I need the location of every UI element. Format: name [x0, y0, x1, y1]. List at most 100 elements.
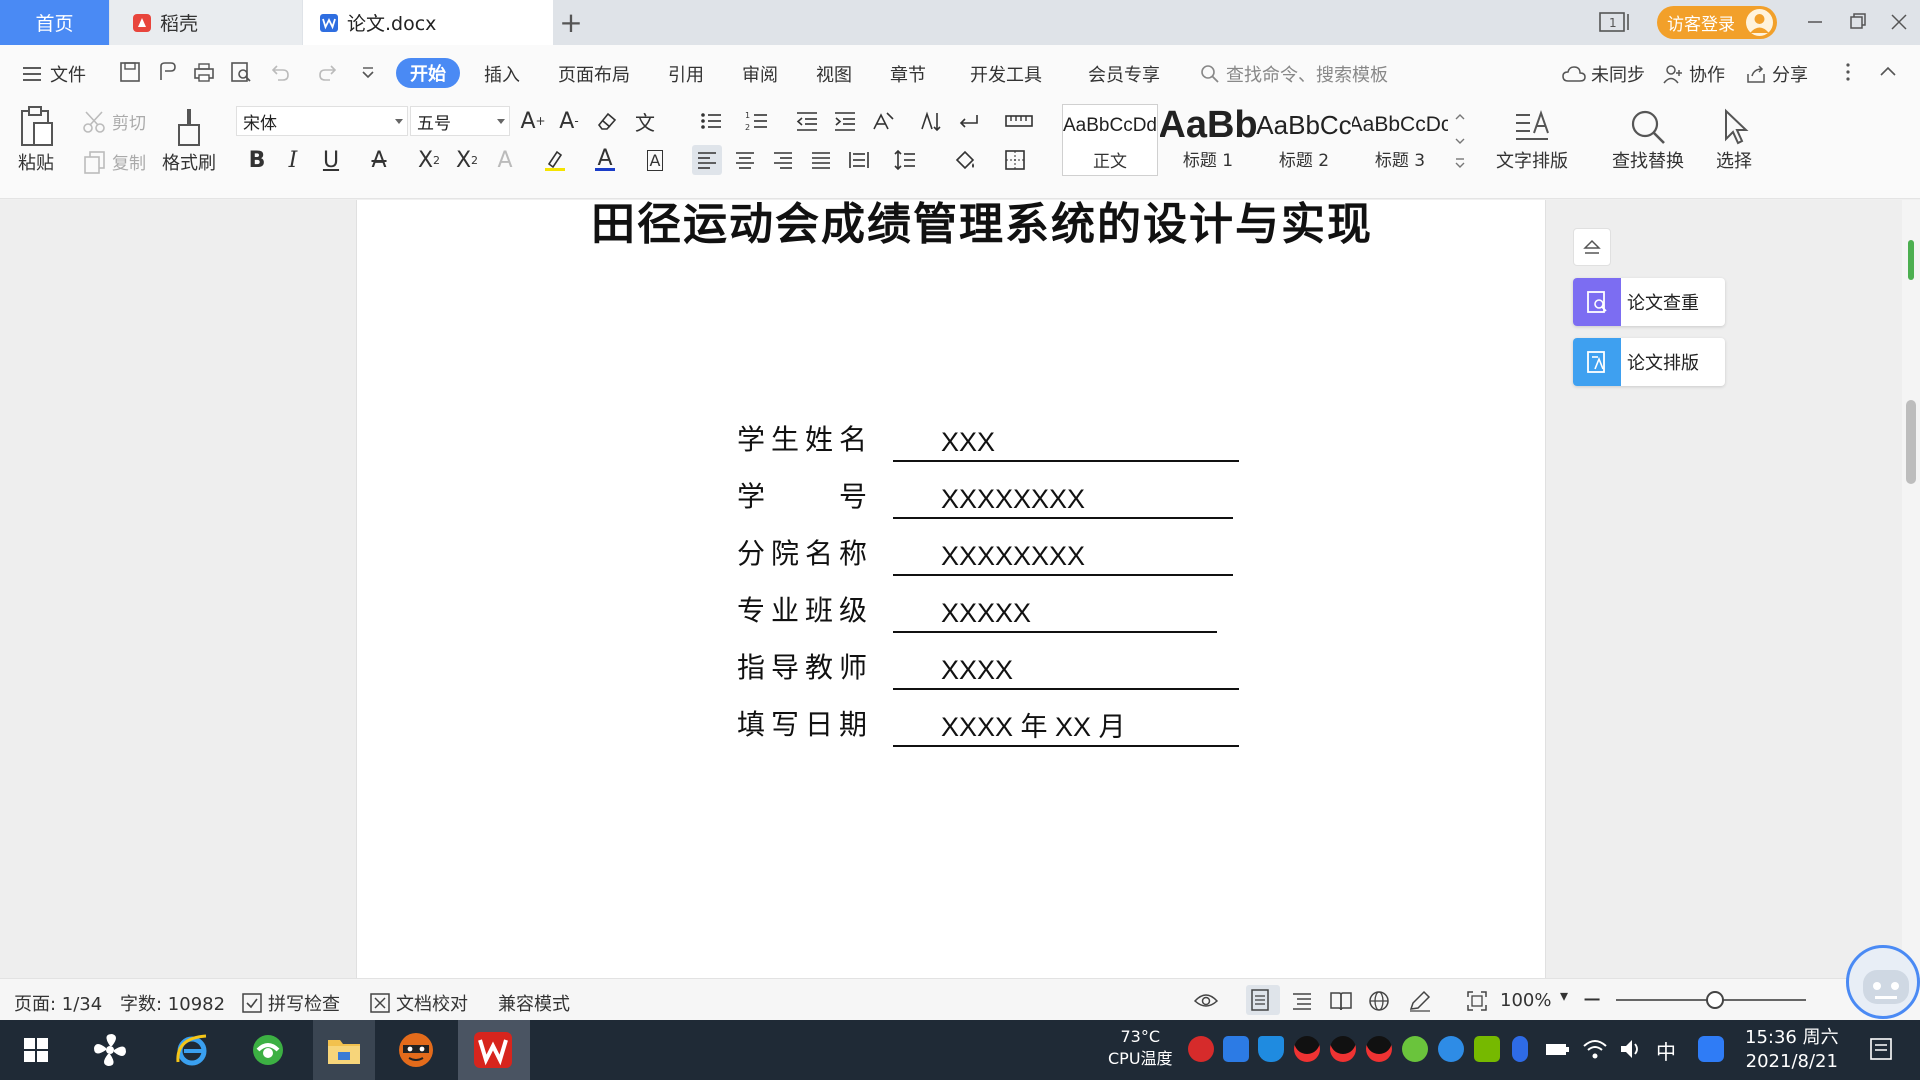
align-right-icon[interactable]: [768, 145, 798, 175]
char-border-icon[interactable]: A: [640, 145, 670, 175]
copy-button[interactable]: 复制: [82, 149, 146, 174]
windows-start-icon[interactable]: [14, 1028, 58, 1072]
tray-app-circle-icon[interactable]: [1438, 1036, 1464, 1062]
eye-protect-icon[interactable]: [1193, 989, 1219, 1011]
borders-icon[interactable]: [1000, 145, 1030, 175]
ribbon-tab-page-layout[interactable]: 页面布局: [558, 61, 630, 87]
ribbon-tab-view[interactable]: 视图: [816, 61, 852, 87]
volume-icon[interactable]: [1618, 1036, 1644, 1062]
scrollbar-thumb[interactable]: [1906, 400, 1916, 484]
ribbon-tab-chapter[interactable]: 章节: [890, 61, 926, 87]
ribbon-tab-member[interactable]: 会员专享: [1088, 61, 1160, 87]
browser-360-icon[interactable]: [246, 1028, 290, 1072]
restore-icon[interactable]: [1843, 8, 1873, 36]
clear-format-icon[interactable]: [592, 106, 622, 136]
document-page[interactable]: 田径运动会成绩管理系统的设计与实现 学生姓名 XXX 学 号 XXXX XXXX …: [356, 200, 1546, 978]
find-replace-button[interactable]: 查找替换: [1612, 107, 1684, 173]
select-button[interactable]: 选择: [1714, 107, 1754, 173]
battery-icon[interactable]: [1544, 1036, 1570, 1062]
print-preview-icon[interactable]: [229, 60, 253, 84]
font-size-select[interactable]: 五号: [410, 106, 510, 136]
qq-icon[interactable]: [1294, 1036, 1320, 1062]
redo-icon[interactable]: [316, 60, 340, 84]
write-mode-icon[interactable]: [1408, 990, 1432, 1012]
phonetic-guide-icon[interactable]: 文: [630, 106, 660, 136]
tab-home[interactable]: 首页: [0, 0, 109, 45]
reading-view-icon[interactable]: [1329, 990, 1353, 1012]
bullet-list-icon[interactable]: [696, 106, 726, 136]
font-name-select[interactable]: 宋体: [236, 106, 408, 136]
style-heading-2[interactable]: AaBbCc 标题 2: [1256, 104, 1352, 176]
ribbon-tab-start[interactable]: 开始: [396, 58, 460, 88]
align-left-icon[interactable]: [692, 145, 722, 175]
align-center-icon[interactable]: [730, 145, 760, 175]
web-view-icon[interactable]: [1368, 990, 1390, 1012]
vertical-scrollbar[interactable]: [1902, 200, 1920, 978]
undo-icon[interactable]: [268, 60, 292, 84]
italic-icon[interactable]: I: [278, 145, 308, 175]
customize-quickbar-icon[interactable]: [356, 60, 380, 84]
minimize-icon[interactable]: [1800, 8, 1830, 36]
decrease-indent-icon[interactable]: [792, 106, 822, 136]
superscript-icon[interactable]: X2: [414, 145, 444, 175]
field-student-id[interactable]: 学 号 XXXXXXXX: [737, 475, 1237, 519]
page-view-button[interactable]: [1246, 985, 1280, 1015]
tab-document[interactable]: 论文.docx: [303, 0, 553, 45]
ribbon-tab-developer[interactable]: 开发工具: [970, 61, 1042, 87]
tray-app-red-icon[interactable]: [1188, 1036, 1214, 1062]
fan-app-icon[interactable]: [88, 1028, 132, 1072]
notification-center-icon[interactable]: [1868, 1036, 1894, 1062]
tray-app-green-icon[interactable]: [1402, 1036, 1428, 1062]
output-icon[interactable]: [156, 60, 180, 84]
style-heading-3[interactable]: AaBbCcDc 标题 3: [1352, 104, 1448, 176]
system-clock[interactable]: 15:36 周六 2021/8/21: [1745, 1026, 1839, 1074]
chinese-layout-icon[interactable]: [868, 106, 898, 136]
more-options-icon[interactable]: [1836, 60, 1860, 84]
qq-icon-2[interactable]: [1330, 1036, 1356, 1062]
paper-check-button[interactable]: 论文查重: [1573, 278, 1725, 326]
input-method-indicator[interactable]: 中: [1656, 1036, 1676, 1065]
cpu-temperature[interactable]: 73°C CPU温度: [1108, 1026, 1173, 1070]
collaborate-button[interactable]: 协作: [1662, 61, 1725, 87]
zoom-dropdown-icon[interactable]: ▾: [1560, 986, 1568, 1005]
style-normal[interactable]: AaBbCcDd 正文: [1062, 104, 1158, 176]
document-title[interactable]: 田径运动会成绩管理系统的设计与实现: [557, 200, 1407, 252]
doc-proof-button[interactable]: 文档校对: [370, 990, 468, 1016]
assistant-bubble[interactable]: [1846, 945, 1920, 1019]
zoom-level[interactable]: 100%: [1500, 990, 1551, 1011]
sort-icon[interactable]: [916, 106, 946, 136]
spell-check-button[interactable]: 拼写检查: [242, 990, 340, 1016]
cut-button[interactable]: 剪切: [82, 109, 146, 134]
tray-app-blue-icon[interactable]: [1223, 1036, 1249, 1062]
field-date[interactable]: 填写日期 XXXX 年 XX 月: [737, 703, 1239, 747]
ribbon-tab-review[interactable]: 审阅: [742, 61, 778, 87]
styles-scroll[interactable]: [1452, 107, 1468, 177]
text-effect-icon[interactable]: A: [490, 145, 520, 175]
justify-icon[interactable]: [806, 145, 836, 175]
paste-button[interactable]: 粘贴: [16, 105, 56, 175]
wifi-icon[interactable]: [1582, 1036, 1608, 1062]
ruler-icon[interactable]: [1004, 106, 1034, 136]
print-icon[interactable]: [192, 60, 216, 84]
format-painter-button[interactable]: 格式刷: [162, 105, 216, 175]
field-advisor[interactable]: 指导教师 XXXX: [737, 646, 1239, 690]
visitor-login-button[interactable]: 访客登录: [1657, 6, 1777, 39]
shrink-font-icon[interactable]: A-: [554, 106, 584, 136]
file-explorer-icon[interactable]: [322, 1028, 366, 1072]
subscript-icon[interactable]: X2: [452, 145, 482, 175]
window-layout-icon[interactable]: 1: [1598, 10, 1632, 34]
qq-icon-3[interactable]: [1366, 1036, 1392, 1062]
collapse-ribbon-icon[interactable]: [1876, 60, 1900, 84]
ribbon-tab-insert[interactable]: 插入: [484, 61, 520, 87]
shading-icon[interactable]: [950, 145, 980, 175]
zoom-slider-thumb[interactable]: [1706, 991, 1724, 1009]
ribbon-tab-references[interactable]: 引用: [668, 61, 704, 87]
field-class[interactable]: 专业班级 XXXXX: [737, 589, 1237, 633]
numbered-list-icon[interactable]: 12: [742, 106, 772, 136]
page-indicator[interactable]: 页面: 1/34: [14, 990, 102, 1016]
field-student-name[interactable]: 学生姓名 XXX: [737, 418, 1239, 462]
share-button[interactable]: 分享: [1745, 61, 1808, 87]
sogou-input-icon[interactable]: [1698, 1036, 1724, 1062]
font-color-icon[interactable]: A: [590, 145, 620, 175]
new-tab-button[interactable]: +: [556, 6, 586, 39]
